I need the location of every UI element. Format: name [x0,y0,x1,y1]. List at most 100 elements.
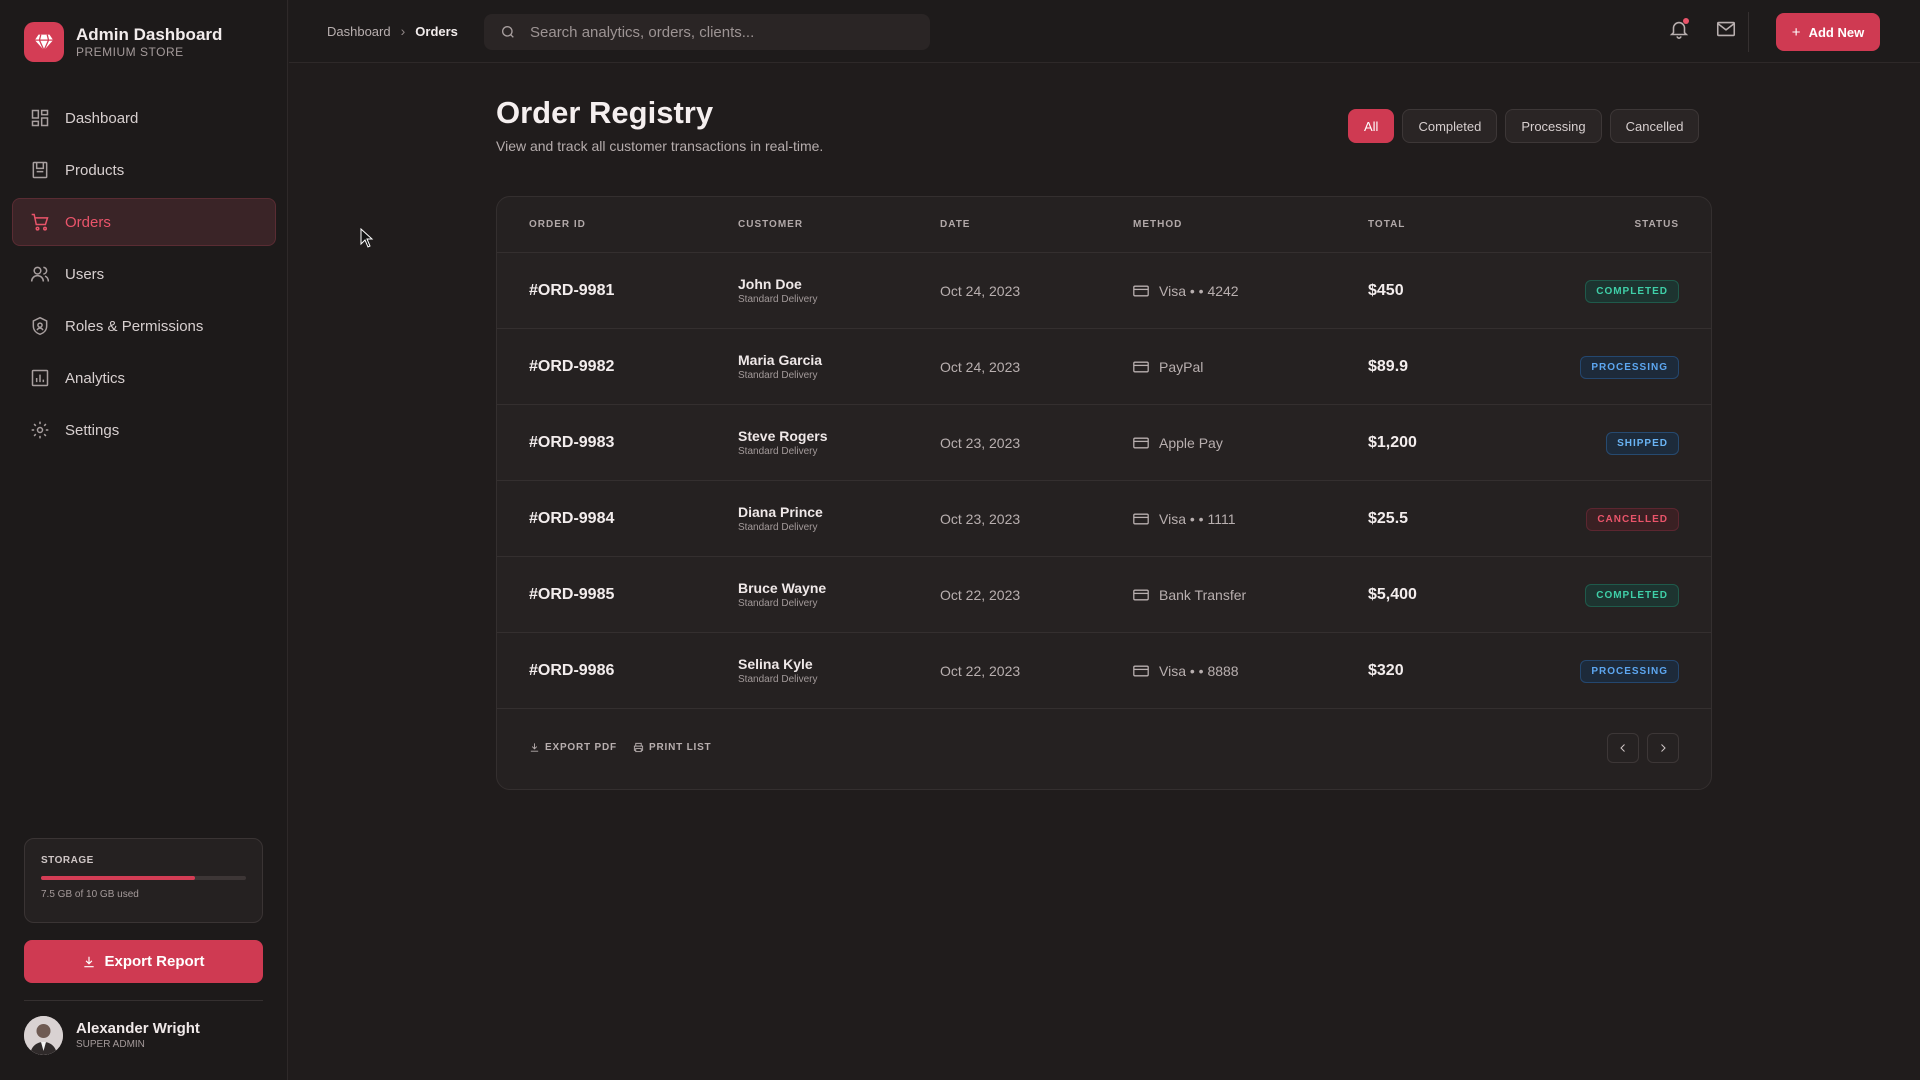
brand[interactable]: Admin Dashboard PREMIUM STORE [24,22,222,62]
order-id: #ORD-9981 [529,282,615,299]
order-id: #ORD-9985 [529,586,615,603]
breadcrumb-dashboard[interactable]: Dashboard [327,24,391,39]
order-total: $5,400 [1368,586,1417,603]
payment-method-label: PayPal [1159,359,1204,375]
customer-name: Selina Kyle [738,655,813,672]
notifications-button[interactable] [1668,18,1690,40]
users-icon [30,266,50,282]
column-header-order-id[interactable]: ORDER ID [529,219,586,230]
delivery-type: Standard Delivery [738,293,818,305]
gear-icon [31,421,49,439]
print-list-button[interactable]: PRINT LIST [633,742,711,753]
delivery-type: Standard Delivery [738,521,818,533]
order-total: $25.5 [1368,510,1409,527]
download-icon [84,956,95,967]
column-header-method[interactable]: METHOD [1133,219,1182,230]
filter-cancelled[interactable]: Cancelled [1609,109,1700,143]
payment-method: Visa • • 8888 [1133,633,1239,709]
user-name: Alexander Wright [76,1019,200,1037]
delivery-type: Standard Delivery [738,369,818,381]
storage-card: STORAGE 7.5 GB of 10 GB used [24,838,263,923]
breadcrumb: Dashboard › Orders [327,23,458,39]
column-header-date[interactable]: DATE [940,219,970,230]
order-date: Oct 23, 2023 [940,511,1021,527]
credit-card-icon [1133,437,1149,449]
export-report-button[interactable]: Export Report [24,940,263,983]
sidebar-item-label: Analytics [65,369,126,387]
status-cell: SHIPPED [1606,405,1679,481]
credit-card-icon [1133,285,1149,297]
filter-processing[interactable]: Processing [1505,109,1602,143]
delivery-type: Standard Delivery [738,445,818,457]
table-row[interactable]: #ORD-9981 John Doe Standard Delivery Oct … [497,253,1711,329]
status-cell: COMPLETED [1585,557,1679,633]
filter-all[interactable]: All [1348,109,1395,143]
order-date: Oct 24, 2023 [940,359,1021,375]
search-bar[interactable] [484,14,930,50]
chevron-right-icon [1661,744,1666,752]
customer-cell: Steve Rogers Standard Delivery [738,405,827,481]
column-header-status[interactable]: STATUS [1634,219,1679,230]
order-total: $450 [1368,282,1404,299]
table-footer: EXPORT PDF PRINT LIST [497,709,1711,789]
search-input[interactable] [530,23,910,41]
add-new-button[interactable]: + Add New [1776,13,1880,51]
printer-icon [633,742,644,753]
box-icon [32,161,48,179]
credit-card-icon [1133,589,1149,601]
order-date: Oct 22, 2023 [940,663,1021,679]
payment-method-label: Visa • • 4242 [1159,283,1239,299]
table-header: ORDER ID CUSTOMER DATE METHOD TOTAL STAT… [497,197,1711,253]
messages-button[interactable] [1715,18,1737,40]
column-header-total[interactable]: TOTAL [1368,219,1405,230]
sidebar-item-label: Users [65,265,105,283]
sidebar-item-settings[interactable]: Settings [12,406,276,454]
payment-method: Apple Pay [1133,405,1223,481]
table-row[interactable]: #ORD-9985 Bruce Wayne Standard Delivery O… [497,557,1711,633]
mouse-cursor-icon [360,227,374,253]
credit-card-icon [1133,361,1149,373]
status-badge: PROCESSING [1580,659,1679,683]
search-icon [502,26,514,38]
orders-table: ORDER ID CUSTOMER DATE METHOD TOTAL STAT… [496,196,1712,790]
diamond-logo-icon [24,22,64,62]
topbar-divider [1748,12,1749,52]
order-date: Oct 23, 2023 [940,435,1021,451]
next-page-button[interactable] [1647,733,1679,763]
export-pdf-button[interactable]: EXPORT PDF [529,742,617,753]
sidebar-item-roles[interactable]: Roles & Permissions [12,302,276,350]
filter-completed[interactable]: Completed [1402,109,1498,143]
payment-method: PayPal [1133,329,1203,405]
order-id: #ORD-9982 [529,358,615,375]
export-pdf-label: EXPORT PDF [545,742,617,753]
chevron-right-icon: › [400,23,406,39]
column-header-customer[interactable]: CUSTOMER [738,219,803,230]
previous-page-button[interactable] [1607,733,1639,763]
order-date: Oct 24, 2023 [940,283,1021,299]
grid-icon [31,109,49,127]
payment-method: Bank Transfer [1133,557,1246,633]
table-row[interactable]: #ORD-9983 Steve Rogers Standard Delivery … [497,405,1711,481]
sidebar: Admin Dashboard PREMIUM STORE Dashboard … [0,0,288,1080]
table-row[interactable]: #ORD-9982 Maria Garcia Standard Delivery … [497,329,1711,405]
sidebar-item-orders[interactable]: Orders [12,198,276,246]
print-list-label: PRINT LIST [649,742,712,753]
status-cell: COMPLETED [1585,253,1679,329]
order-id: #ORD-9983 [529,434,615,451]
brand-title: Admin Dashboard [76,24,223,44]
sidebar-item-analytics[interactable]: Analytics [12,354,276,402]
delivery-type: Standard Delivery [738,673,818,685]
export-report-label: Export Report [104,953,205,970]
user-profile[interactable]: Alexander Wright SUPER ADMIN [24,1016,200,1055]
status-badge: CANCELLED [1586,507,1679,531]
sidebar-item-users[interactable]: Users [12,250,276,298]
table-row[interactable]: #ORD-9986 Selina Kyle Standard Delivery O… [497,633,1711,709]
status-cell: PROCESSING [1580,329,1679,405]
sidebar-item-products[interactable]: Products [12,146,276,194]
table-row[interactable]: #ORD-9984 Diana Prince Standard Delivery … [497,481,1711,557]
storage-progress-bar [41,876,246,880]
breadcrumb-current: Orders [415,23,458,39]
shield-icon [32,316,48,336]
sidebar-item-dashboard[interactable]: Dashboard [12,94,276,142]
topbar: Dashboard › Orders + Add New [289,0,1920,63]
